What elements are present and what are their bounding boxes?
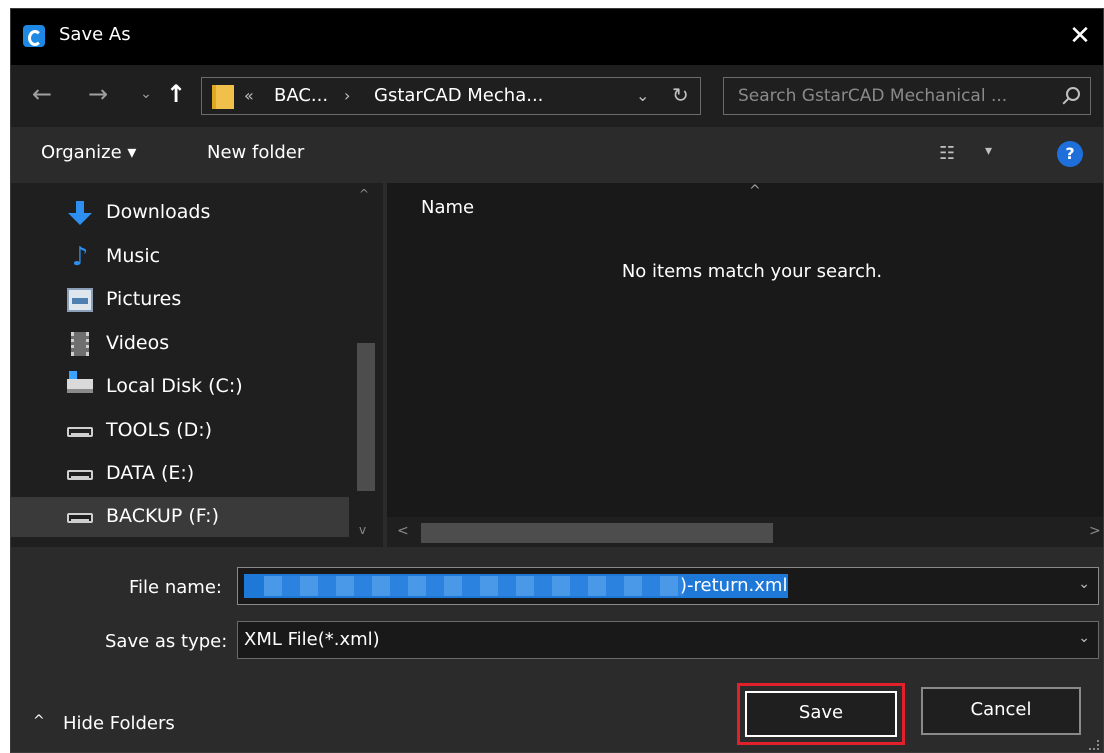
save-as-type-select[interactable]: XML File(*.xml) ⌄	[237, 621, 1099, 659]
forward-arrow-icon[interactable]: →	[83, 79, 113, 109]
nav-item-backup-f[interactable]: BACKUP (F:)	[11, 497, 349, 537]
hide-folders-label: Hide Folders	[63, 713, 175, 734]
column-header-name[interactable]: Name	[421, 197, 474, 218]
nav-item-local-disk-c[interactable]: Local Disk (C:)	[11, 367, 349, 407]
pictures-icon	[67, 288, 93, 312]
nav-item-pictures[interactable]: Pictures	[11, 280, 349, 320]
scroll-down-icon[interactable]: v	[359, 523, 366, 537]
search-icon[interactable]	[1066, 87, 1080, 101]
close-button[interactable]: ✕	[1063, 19, 1097, 53]
sort-ascending-icon: ^	[749, 183, 761, 199]
nav-item-label: Pictures	[106, 288, 182, 310]
nav-item-label: DATA (E:)	[106, 462, 195, 484]
nav-item-label: Downloads	[106, 201, 211, 223]
gstarcad-app-icon	[23, 25, 45, 47]
resize-grip-icon[interactable]	[1089, 740, 1099, 750]
empty-message: No items match your search.	[621, 261, 883, 282]
scroll-right-icon[interactable]: >	[1089, 523, 1101, 539]
chevron-up-icon: ^	[33, 713, 45, 729]
breadcrumb-chevron-icon[interactable]: ›	[344, 86, 350, 105]
drive-icon	[67, 427, 93, 437]
file-list: ^ Name No items match your search. < >	[385, 183, 1103, 547]
change-view-icon[interactable]: ☷	[939, 143, 955, 164]
horizontal-scrollbar[interactable]: < >	[387, 517, 1103, 547]
horizontal-scrollbar-thumb[interactable]	[421, 523, 773, 543]
window-title: Save As	[59, 24, 131, 45]
file-name-value: )-return.xml	[680, 575, 788, 596]
navigation-pane: Downloads ♪ Music Pictures Videos Local …	[11, 183, 383, 547]
address-bar[interactable]: « BAC... › GstarCAD Mecha... ⌄ ↻	[201, 77, 701, 115]
nav-item-tools-d[interactable]: TOOLS (D:)	[11, 411, 349, 451]
save-as-dialog: Save As ✕ ← → ⌄ ↑ « BAC... › GstarCAD Me…	[10, 8, 1104, 753]
cancel-button[interactable]: Cancel	[921, 687, 1081, 735]
nav-item-label: BACKUP (F:)	[106, 505, 219, 527]
title-bar: Save As ✕	[11, 9, 1103, 65]
save-as-type-value: XML File(*.xml)	[244, 629, 380, 650]
redacted-filename-prefix	[264, 576, 684, 596]
nav-scrollbar[interactable]: ^ v	[351, 183, 381, 547]
save-button[interactable]: Save	[745, 691, 897, 737]
breadcrumb-backup[interactable]: BAC...	[274, 85, 328, 106]
nav-item-label: TOOLS (D:)	[106, 419, 213, 441]
address-row: ← → ⌄ ↑ « BAC... › GstarCAD Mecha... ⌄ ↻	[11, 65, 1103, 127]
scroll-up-icon[interactable]: ^	[359, 187, 369, 201]
downloads-icon	[67, 201, 93, 225]
nav-item-music[interactable]: ♪ Music	[11, 237, 349, 277]
local-disk-icon	[67, 371, 93, 393]
file-name-label: File name:	[129, 577, 222, 598]
help-icon[interactable]: ?	[1057, 141, 1083, 167]
nav-item-videos[interactable]: Videos	[11, 324, 349, 364]
up-arrow-icon[interactable]: ↑	[161, 79, 191, 109]
new-folder-button[interactable]: New folder	[207, 142, 304, 163]
scroll-left-icon[interactable]: <	[397, 523, 409, 539]
breadcrumb-overflow-icon[interactable]: «	[244, 86, 254, 105]
nav-scrollbar-thumb[interactable]	[357, 343, 375, 491]
nav-item-downloads[interactable]: Downloads	[11, 193, 349, 233]
nav-item-label: Videos	[106, 332, 170, 354]
drive-icon	[67, 470, 93, 480]
nav-item-label: Local Disk (C:)	[106, 375, 243, 397]
file-name-dropdown-icon[interactable]: ⌄	[1078, 576, 1090, 592]
view-options-dropdown-icon[interactable]: ▾	[985, 143, 992, 159]
toolbar: Organize ▾ New folder ☷ ▾ ?	[11, 127, 1103, 183]
file-name-input[interactable]: )-return.xml ⌄	[237, 567, 1099, 605]
search-box	[723, 77, 1091, 115]
file-name-selection: )-return.xml	[244, 574, 788, 598]
recent-locations-chevron-icon[interactable]: ⌄	[131, 79, 161, 109]
videos-icon	[71, 332, 89, 356]
breadcrumb-gstarcad[interactable]: GstarCAD Mecha...	[374, 85, 543, 106]
folder-icon	[212, 85, 234, 109]
search-input[interactable]	[724, 78, 1044, 114]
save-as-type-label: Save as type:	[105, 631, 228, 652]
back-arrow-icon[interactable]: ←	[27, 79, 57, 109]
address-dropdown-icon[interactable]: ⌄	[636, 86, 649, 105]
refresh-icon[interactable]: ↻	[672, 83, 689, 107]
music-icon: ♪	[71, 242, 89, 272]
nav-item-label: Music	[106, 245, 161, 267]
organize-button[interactable]: Organize ▾	[41, 142, 136, 163]
save-form: File name: )-return.xml ⌄ Save as type: …	[11, 547, 1103, 752]
drive-icon	[67, 513, 93, 523]
nav-item-data-e[interactable]: DATA (E:)	[11, 454, 349, 494]
save-as-type-dropdown-icon[interactable]: ⌄	[1078, 630, 1090, 646]
